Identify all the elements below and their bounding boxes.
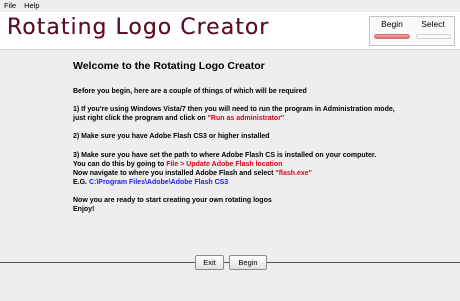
example-path: C:\Program Files\Adobe\Adobe Flash CS3 [88,179,229,186]
menu-help[interactable]: Help [20,0,43,12]
flash-exe-highlight: "flash.exe" [275,170,313,177]
closing-text: Now you are ready to start creating your… [73,196,272,214]
requirement-3: 3) Make sure you have set the path to wh… [73,151,376,187]
requirement-3-line-2: You can do this by going to File > Updat… [73,160,376,169]
requirement-1-text: just right click the program and click o… [73,115,208,122]
requirement-2: 2) Make sure you have Adobe Flash CS3 or… [73,133,270,140]
welcome-panel: Welcome to the Rotating Logo Creator Bef… [0,51,460,262]
requirement-1-line-1: 1) If you're using Windows Vista/7 then … [73,106,395,113]
enjoy-text: Enjoy! [73,206,95,213]
example-prefix: E.G. [73,179,89,186]
exit-button[interactable]: Exit [195,255,224,270]
begin-button[interactable]: Begin [229,255,267,270]
step-select-label: Select [421,19,445,29]
requirement-3-line-3: Now navigate to where you installed Adob… [73,169,376,178]
requirement-1: 1) If you're using Windows Vista/7 then … [73,105,395,123]
menu-file[interactable]: File [0,0,20,12]
app-title: Rotating Logo Creator [7,15,270,40]
requirement-1-line-2: just right click the program and click o… [73,114,395,123]
requirement-3-line-1: 3) Make sure you have set the path to wh… [73,152,377,159]
requirement-3-navigate-text: Now navigate to where you installed Adob… [73,170,276,177]
step-begin-label: Begin [381,19,403,29]
requirement-3-line-4: E.G. C:\Program Files\Adobe\Adobe Flash … [73,178,376,187]
update-flash-location-highlight: File > Update Adobe Flash location [166,161,283,168]
header-banner: Rotating Logo Creator Begin Select [0,12,460,50]
step-begin-progress [374,34,410,39]
run-as-admin-highlight: "Run as administrator" [207,115,285,122]
menu-bar: File Help [0,0,460,12]
ready-text: Now you are ready to start creating your… [73,197,272,204]
step-select-progress [416,34,451,39]
step-indicator: Begin Select [369,16,455,46]
welcome-heading: Welcome to the Rotating Logo Creator [73,60,265,72]
intro-text: Before you begin, here are a couple of t… [73,88,307,95]
requirement-3-text: You can do this by going to [73,161,167,168]
